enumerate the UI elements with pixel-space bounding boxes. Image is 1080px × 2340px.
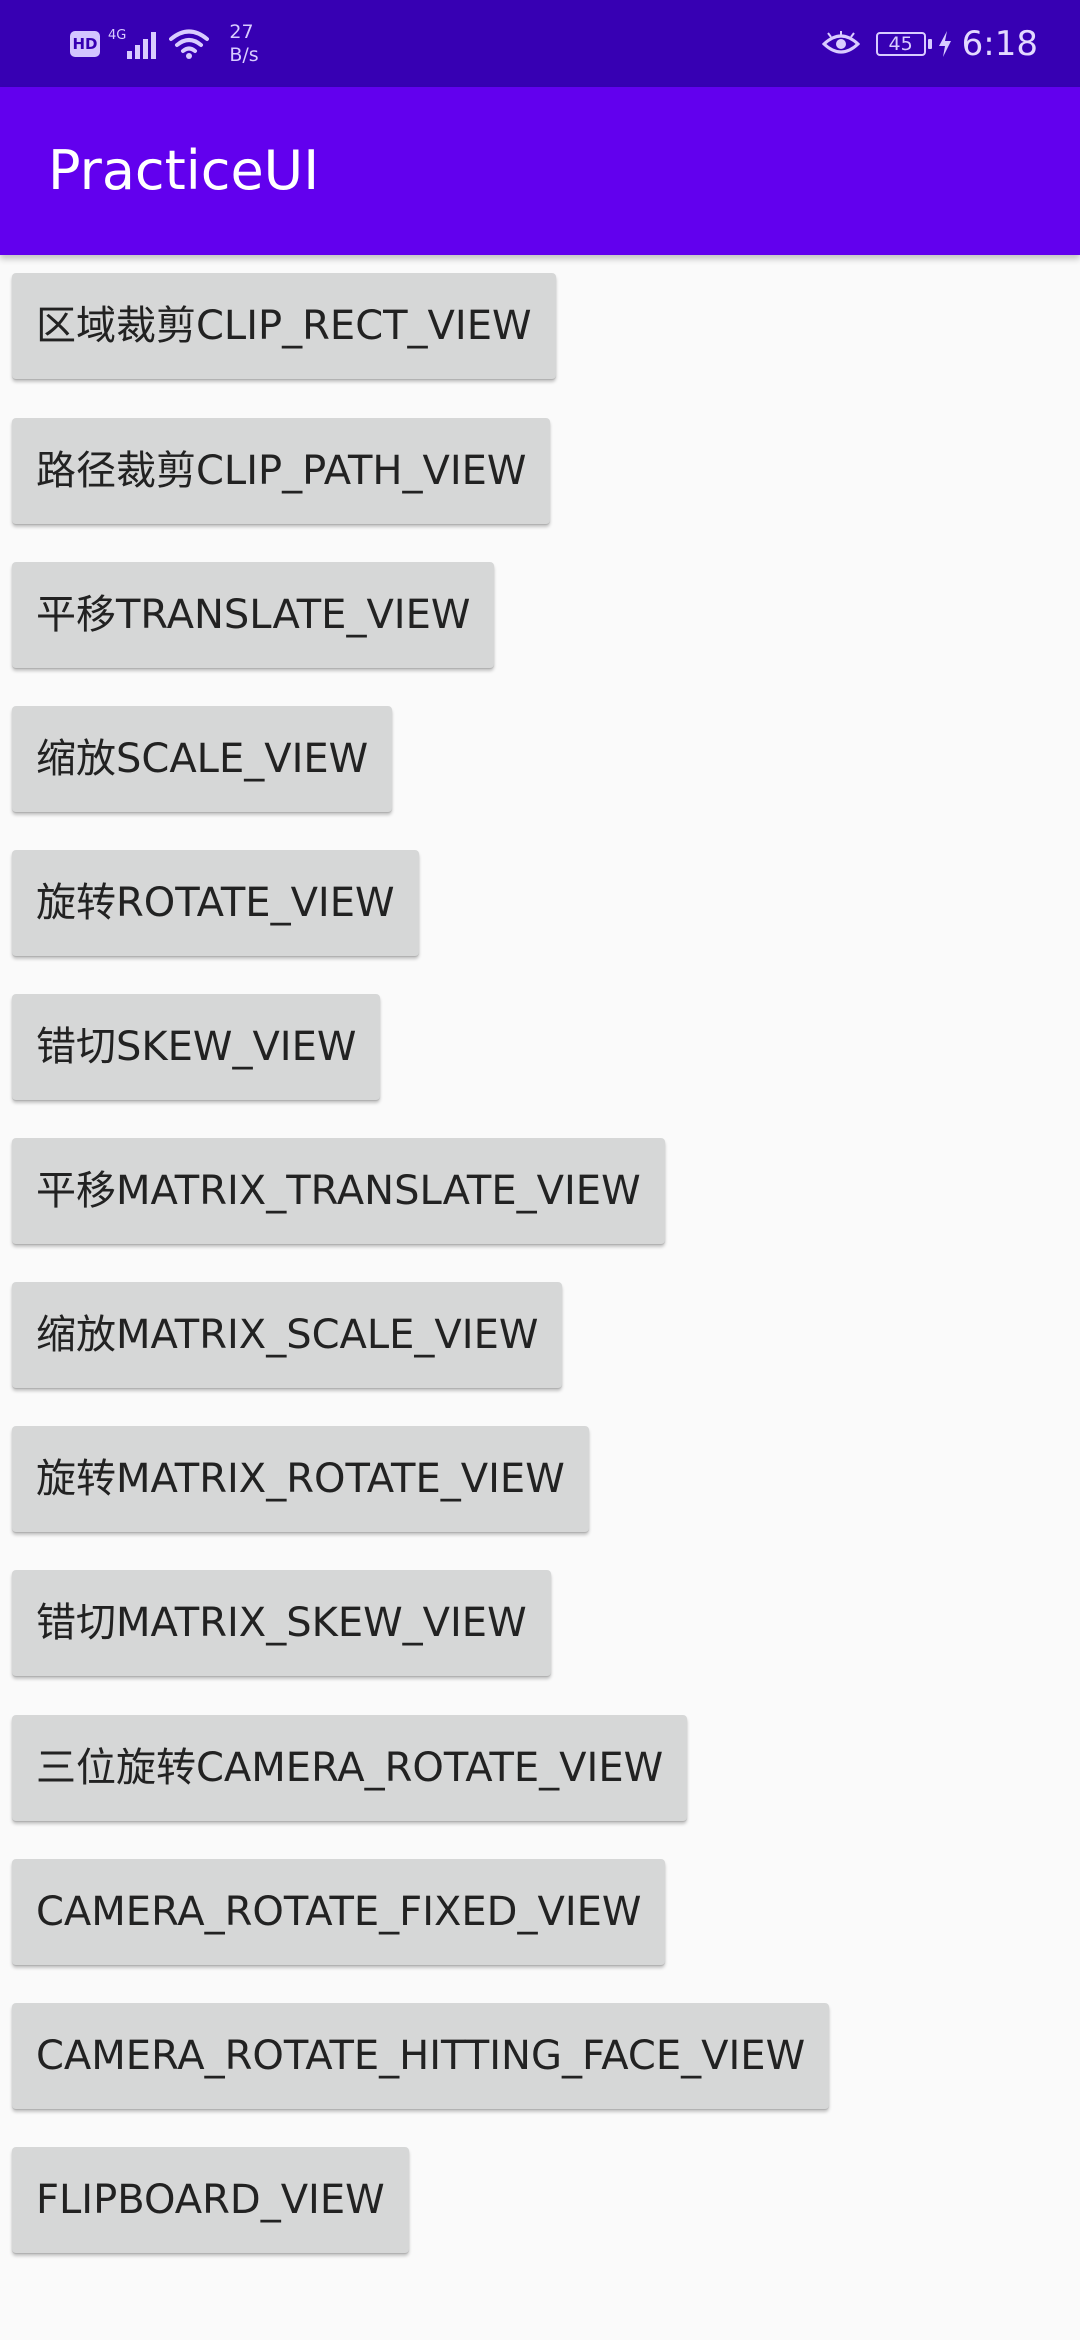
camera-rotate-view-button[interactable]: 三位旋转CAMERA_ROTATE_VIEW	[12, 1715, 688, 1821]
translate-view-button[interactable]: 平移TRANSLATE_VIEW	[12, 562, 495, 668]
camera-rotate-hitting-face-view-button[interactable]: CAMERA_ROTATE_HITTING_FACE_VIEW	[12, 2003, 830, 2109]
flipboard-view-button[interactable]: FLIPBOARD_VIEW	[12, 2147, 409, 2253]
app-title: PracticeUI	[48, 139, 320, 202]
camera-rotate-fixed-view-button[interactable]: CAMERA_ROTATE_FIXED_VIEW	[12, 1859, 666, 1965]
scale-view-button[interactable]: 缩放SCALE_VIEW	[12, 706, 393, 812]
matrix-skew-view-button[interactable]: 错切MATRIX_SKEW_VIEW	[12, 1570, 551, 1676]
charging-icon	[938, 31, 951, 57]
network-speed-unit: B/s	[229, 44, 259, 66]
wifi-icon	[169, 29, 210, 59]
matrix-scale-view-button[interactable]: 缩放MATRIX_SCALE_VIEW	[12, 1282, 563, 1388]
clip-rect-view-button[interactable]: 区域裁剪CLIP_RECT_VIEW	[12, 273, 556, 379]
clip-path-view-button[interactable]: 路径裁剪CLIP_PATH_VIEW	[12, 418, 551, 524]
network-speed-value: 27	[229, 21, 254, 43]
matrix-translate-view-button[interactable]: 平移MATRIX_TRANSLATE_VIEW	[12, 1138, 665, 1244]
rotate-view-button[interactable]: 旋转ROTATE_VIEW	[12, 850, 419, 956]
skew-view-button[interactable]: 错切SKEW_VIEW	[12, 994, 381, 1100]
status-bar: HD 4G 27 B/s 45 6:18	[0, 0, 1080, 87]
eye-comfort-icon	[821, 31, 860, 54]
battery-icon: 45	[875, 32, 926, 56]
status-right-group: 45 6:18	[821, 20, 1038, 68]
matrix-rotate-view-button[interactable]: 旋转MATRIX_ROTATE_VIEW	[12, 1426, 589, 1532]
network-type-label: 4G	[108, 27, 127, 43]
app-bar: PracticeUI	[0, 87, 1080, 255]
signal-icon	[127, 29, 159, 59]
hd-icon: HD	[70, 31, 100, 57]
status-left-group: HD 4G 27 B/s	[70, 20, 259, 68]
network-speed: 27 B/s	[229, 21, 258, 67]
status-time: 6:18	[961, 24, 1038, 64]
battery-level: 45	[888, 33, 913, 55]
battery-tip	[927, 39, 932, 49]
